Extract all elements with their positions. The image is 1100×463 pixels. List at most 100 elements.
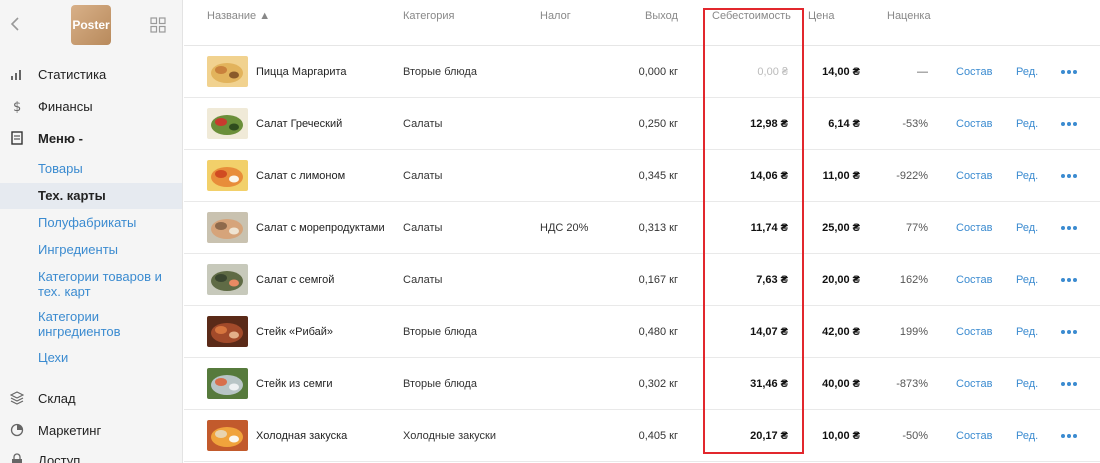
document-icon bbox=[11, 131, 23, 145]
edit-link[interactable]: Ред. bbox=[1016, 46, 1038, 98]
dish-category: Салаты bbox=[403, 274, 443, 286]
pie-chart-icon bbox=[10, 423, 24, 437]
column-header-tax[interactable]: Налог bbox=[540, 10, 571, 22]
dollar-icon: $ bbox=[13, 100, 21, 113]
composition-link[interactable]: Состав bbox=[956, 150, 992, 202]
dish-cost: 20,17 ₴ bbox=[750, 430, 788, 442]
table-row[interactable]: Салат Греческий Салаты 0,250 кг 12,98 ₴ … bbox=[184, 98, 1100, 150]
dish-category: Холодные закуски bbox=[403, 430, 497, 442]
dish-category: Вторые блюда bbox=[403, 326, 477, 338]
sidebar-item-label: Маркетинг bbox=[38, 422, 102, 438]
dish-category: Вторые блюда bbox=[403, 378, 477, 390]
table-row[interactable]: Холодная закуска Холодные закуски 0,405 … bbox=[184, 410, 1100, 462]
dish-output: 0,000 кг bbox=[638, 66, 678, 78]
column-header-price[interactable]: Цена bbox=[808, 10, 834, 22]
dish-price: 40,00 ₴ bbox=[822, 378, 860, 390]
composition-link[interactable]: Состав bbox=[956, 46, 992, 98]
edit-link[interactable]: Ред. bbox=[1016, 202, 1038, 254]
sidebar-subitem-ingredients[interactable]: Ингредиенты bbox=[38, 242, 178, 257]
sidebar-item-statistics[interactable]: Статистика bbox=[0, 64, 182, 84]
more-options-icon[interactable] bbox=[1061, 254, 1077, 306]
sidebar-subitem-workshops[interactable]: Цехи bbox=[38, 350, 178, 365]
composition-link[interactable]: Состав bbox=[956, 202, 992, 254]
dish-markup: -53% bbox=[902, 118, 928, 130]
dish-category: Салаты bbox=[403, 222, 443, 234]
dish-name: Салат с морепродуктами bbox=[256, 222, 385, 234]
composition-link[interactable]: Состав bbox=[956, 98, 992, 150]
edit-link[interactable]: Ред. bbox=[1016, 98, 1038, 150]
column-header-output[interactable]: Выход bbox=[645, 10, 678, 22]
edit-link[interactable]: Ред. bbox=[1016, 358, 1038, 410]
more-options-icon[interactable] bbox=[1061, 306, 1077, 358]
dish-markup: 162% bbox=[899, 274, 928, 286]
dish-price: 6,14 ₴ bbox=[828, 118, 860, 130]
composition-link[interactable]: Состав bbox=[956, 306, 992, 358]
dish-output: 0,405 кг bbox=[638, 430, 678, 442]
table-header: Название ▲ Категория Налог Выход Себесто… bbox=[184, 0, 1100, 35]
dish-thumbnail bbox=[207, 420, 248, 451]
dish-output: 0,480 кг bbox=[638, 326, 678, 338]
dish-output: 0,313 кг bbox=[638, 222, 678, 234]
more-options-icon[interactable] bbox=[1061, 358, 1077, 410]
table-row[interactable]: Салат с лимоном Салаты 0,345 кг 14,06 ₴ … bbox=[184, 150, 1100, 202]
more-options-icon[interactable] bbox=[1061, 150, 1077, 202]
lock-icon bbox=[12, 453, 22, 463]
composition-link[interactable]: Состав bbox=[956, 358, 992, 410]
sidebar-item-access[interactable]: Доступ bbox=[0, 450, 182, 463]
sidebar-item-warehouse[interactable]: Склад bbox=[0, 388, 182, 408]
dish-markup: 199% bbox=[899, 326, 928, 338]
more-options-icon[interactable] bbox=[1061, 410, 1077, 462]
edit-link[interactable]: Ред. bbox=[1016, 150, 1038, 202]
sidebar-subitem-product-categories[interactable]: Категории товаров и тех. карт bbox=[38, 269, 178, 299]
more-options-icon[interactable] bbox=[1061, 202, 1077, 254]
dish-category: Вторые блюда bbox=[403, 66, 477, 78]
dish-price: 20,00 ₴ bbox=[822, 274, 860, 286]
dish-price: 11,00 ₴ bbox=[822, 170, 860, 182]
dish-markup: -50% bbox=[902, 430, 928, 442]
dish-markup: — bbox=[917, 66, 928, 78]
dish-thumbnail bbox=[207, 264, 248, 295]
dish-output: 0,167 кг bbox=[638, 274, 678, 286]
composition-link[interactable]: Состав bbox=[956, 254, 992, 306]
dish-output: 0,345 кг bbox=[638, 170, 678, 182]
sidebar-subitem-products[interactable]: Товары bbox=[38, 161, 178, 176]
edit-link[interactable]: Ред. bbox=[1016, 306, 1038, 358]
table-row[interactable]: Стейк из семги Вторые блюда 0,302 кг 31,… bbox=[184, 358, 1100, 410]
column-header-markup[interactable]: Наценка bbox=[887, 10, 931, 22]
chevron-left-icon[interactable] bbox=[8, 16, 24, 32]
sidebar-subitem-ingredient-categories[interactable]: Категории ингредиентов bbox=[38, 309, 178, 339]
dish-cost: 7,63 ₴ bbox=[756, 274, 788, 286]
dish-cost: 31,46 ₴ bbox=[750, 378, 788, 390]
table-row[interactable]: Салат с морепродуктами Салаты НДС 20% 0,… bbox=[184, 202, 1100, 254]
sidebar-item-finance[interactable]: $ Финансы bbox=[0, 96, 182, 116]
table-row[interactable]: Салат с семгой Салаты 0,167 кг 7,63 ₴ 20… bbox=[184, 254, 1100, 306]
dish-markup: -922% bbox=[896, 170, 928, 182]
sidebar-item-marketing[interactable]: Маркетинг bbox=[0, 420, 182, 440]
dish-name: Салат с лимоном bbox=[256, 170, 346, 182]
dish-markup: 77% bbox=[905, 222, 928, 234]
dish-price: 25,00 ₴ bbox=[822, 222, 860, 234]
svg-text:$: $ bbox=[13, 100, 21, 113]
more-options-icon[interactable] bbox=[1061, 98, 1077, 150]
column-header-name[interactable]: Название ▲ bbox=[207, 10, 270, 22]
grid-icon[interactable] bbox=[150, 17, 166, 33]
table-row[interactable]: Стейк «Рибай» Вторые блюда 0,480 кг 14,0… bbox=[184, 306, 1100, 358]
dish-thumbnail bbox=[207, 368, 248, 399]
dish-output: 0,302 кг bbox=[638, 378, 678, 390]
dish-name: Стейк «Рибай» bbox=[256, 326, 334, 338]
table-divider bbox=[184, 35, 1100, 46]
sidebar-subitem-semi-finished[interactable]: Полуфабрикаты bbox=[38, 215, 178, 230]
dish-category: Салаты bbox=[403, 170, 443, 182]
sidebar-item-label: Финансы bbox=[38, 98, 93, 114]
column-header-cost[interactable]: Себестоимость bbox=[712, 10, 791, 22]
sidebar-subitem-tech-cards[interactable]: Тех. карты bbox=[38, 188, 178, 203]
dish-thumbnail bbox=[207, 160, 248, 191]
sidebar-item-menu[interactable]: Меню - bbox=[0, 128, 182, 148]
composition-link[interactable]: Состав bbox=[956, 410, 992, 462]
table-row[interactable]: Пицца Маргарита Вторые блюда 0,000 кг 0,… bbox=[184, 46, 1100, 98]
app-logo[interactable]: Poster bbox=[71, 5, 111, 45]
column-header-category[interactable]: Категория bbox=[403, 10, 454, 22]
edit-link[interactable]: Ред. bbox=[1016, 254, 1038, 306]
edit-link[interactable]: Ред. bbox=[1016, 410, 1038, 462]
more-options-icon[interactable] bbox=[1061, 46, 1077, 98]
